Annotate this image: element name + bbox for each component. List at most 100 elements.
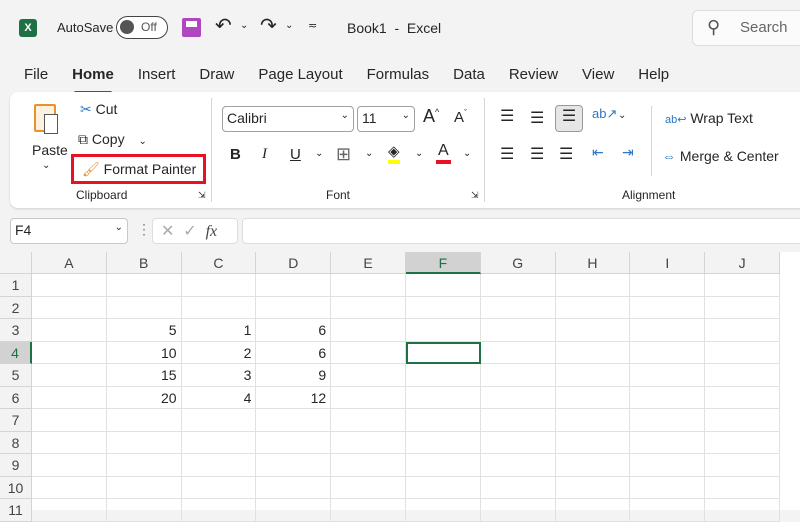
cell-G3[interactable] [480,319,556,342]
cell-D4[interactable]: 6 [256,341,332,364]
cell-D7[interactable] [256,409,332,432]
column-header[interactable]: B [106,252,182,274]
row-header[interactable]: 9 [0,454,32,477]
column-header[interactable]: I [630,252,706,274]
cell-D9[interactable] [256,454,332,477]
cell-F6[interactable] [406,386,481,409]
cell-H11[interactable] [555,499,631,522]
cell-E6[interactable] [331,386,406,409]
format-painter-button[interactable]: 🖌 Format Painter [71,154,206,184]
cell-B5[interactable]: 15 [106,364,182,387]
cell-E1[interactable] [331,274,406,297]
cell-G10[interactable] [480,476,556,499]
cell-D8[interactable] [256,431,332,454]
cell-F11[interactable] [406,499,481,522]
cell-H7[interactable] [555,409,631,432]
underline-button[interactable]: U [290,146,301,163]
wrap-text-button[interactable]: ab↩ Wrap Text [665,110,753,126]
borders-icon[interactable]: ⊞ [336,144,351,165]
tab-formulas[interactable]: Formulas [355,62,442,90]
row-header[interactable]: 2 [0,296,32,319]
borders-dropdown-icon[interactable]: ⌄ [365,148,373,159]
cell-I8[interactable] [630,431,706,454]
cell-G8[interactable] [480,431,556,454]
cancel-icon[interactable]: ✕ [161,223,174,240]
cell-I11[interactable] [630,499,706,522]
search-box[interactable]: ⚲ Search [692,10,800,46]
cell-H4[interactable] [555,341,631,364]
cell-G11[interactable] [480,499,556,522]
cell-I1[interactable] [630,274,706,297]
cell-D2[interactable] [256,296,332,319]
cell-A9[interactable] [32,454,107,477]
row-header[interactable]: 5 [0,364,32,387]
cell-E4[interactable] [331,341,406,364]
save-icon[interactable] [182,18,201,37]
cell-F10[interactable] [406,476,481,499]
cell-D11[interactable] [256,499,332,522]
formula-input[interactable] [242,218,800,244]
cell-I5[interactable] [630,364,706,387]
tab-view[interactable]: View [570,62,626,90]
cell-H10[interactable] [555,476,631,499]
align-center-icon[interactable]: ☰ [530,144,544,164]
cell-G6[interactable] [480,386,556,409]
row-header[interactable]: 3 [0,319,32,342]
cell-C9[interactable] [181,454,257,477]
cell-C2[interactable] [181,296,257,319]
cell-C4[interactable]: 2 [181,341,257,364]
column-header[interactable]: D [256,252,332,274]
column-header[interactable]: A [32,252,107,274]
row-header[interactable]: 4 [0,341,32,364]
tab-help[interactable]: Help [626,62,681,90]
cell-G9[interactable] [480,454,556,477]
autosave-toggle[interactable]: Off [116,16,168,39]
merge-center-button[interactable]: ⇔ Merge & Center [662,148,779,164]
tab-page-layout[interactable]: Page Layout [246,62,354,90]
cell-C7[interactable] [181,409,257,432]
cell-B1[interactable] [106,274,182,297]
cell-I3[interactable] [630,319,706,342]
cell-I6[interactable] [630,386,706,409]
cell-F2[interactable] [406,296,481,319]
decrease-indent-icon[interactable]: ⇤ [592,144,604,161]
increase-font-icon[interactable]: A^ [423,106,439,127]
cell-D5[interactable]: 9 [256,364,332,387]
align-left-icon[interactable]: ☰ [500,144,514,164]
cell-E5[interactable] [331,364,406,387]
cell-A11[interactable] [32,499,107,522]
select-all-corner[interactable] [0,252,32,274]
enter-icon[interactable]: ✓ [183,223,196,240]
cell-B2[interactable] [106,296,182,319]
redo-dropdown-icon[interactable]: ⌄ [285,20,293,31]
redo-icon[interactable]: ↷ [260,13,277,38]
spreadsheet-grid[interactable]: A B C D E F G H I J 1 2 3 5 1 6 4 10 2 6 5 15 3 9 6 20 4 12 7 8 9 10 11 [0,252,800,522]
tab-insert[interactable]: Insert [126,62,188,90]
font-launcher-icon[interactable]: ⇲ [471,190,479,201]
cell-B11[interactable] [106,499,182,522]
insert-function-button[interactable]: fx [206,223,218,240]
cell-E11[interactable] [331,499,406,522]
cell-E10[interactable] [331,476,406,499]
row-header[interactable]: 8 [0,431,32,454]
cell-F8[interactable] [406,431,481,454]
copy-button[interactable]: ⧉ Copy ⌄ [78,131,147,148]
cell-B7[interactable] [106,409,182,432]
tab-file[interactable]: File [12,62,60,90]
cell-C1[interactable] [181,274,257,297]
cell-C11[interactable] [181,499,257,522]
cell-A8[interactable] [32,431,107,454]
cell-F3[interactable] [406,319,481,342]
cell-J5[interactable] [705,364,780,387]
cell-G5[interactable] [480,364,556,387]
fill-color-icon[interactable]: ◈ [388,142,400,164]
cell-B8[interactable] [106,431,182,454]
row-header[interactable]: 10 [0,476,32,499]
cell-J3[interactable] [705,319,780,342]
cell-A7[interactable] [32,409,107,432]
cell-J2[interactable] [705,296,780,319]
fill-dropdown-icon[interactable]: ⌄ [415,148,423,159]
cell-D1[interactable] [256,274,332,297]
bold-button[interactable]: B [230,146,241,163]
cell-A10[interactable] [32,476,107,499]
